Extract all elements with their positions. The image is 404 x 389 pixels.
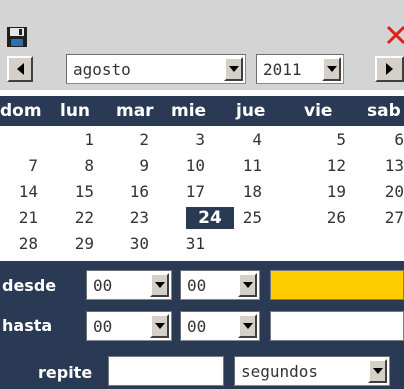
month-select[interactable]: agosto [66, 54, 246, 84]
calendar-day[interactable]: 6 [366, 129, 404, 151]
hasta-label: hasta [2, 315, 53, 335]
year-select[interactable]: 2011 [256, 54, 344, 84]
chevron-down-icon[interactable] [224, 57, 243, 81]
calendar-day[interactable]: 18 [224, 181, 262, 203]
calendar-day[interactable]: 14 [0, 181, 38, 203]
hasta-minute-value: 00 [187, 316, 207, 336]
day-grid: 1 2 3 4 5 6 7 8 9 10 11 12 13 14 15 16 17 18 19 20 21 22 23 24 2… [0, 126, 404, 258]
weekday-header: dom lun mar mie jue vie sab [0, 96, 404, 126]
desde-hour-select[interactable]: 00 [86, 270, 172, 300]
toolbar [0, 0, 404, 48]
desde-input[interactable] [270, 270, 404, 300]
desde-label: desde [2, 275, 57, 295]
calendar-day[interactable]: 28 [0, 233, 38, 255]
month-value: agosto [73, 59, 131, 79]
month-year-nav: agosto 2011 [0, 48, 404, 90]
calendar-day[interactable]: 29 [56, 233, 94, 255]
calendar-day[interactable]: 5 [308, 129, 346, 151]
desde-minute-value: 00 [187, 275, 207, 295]
weekday-label: sab [367, 101, 401, 121]
calendar-day[interactable]: 4 [224, 129, 262, 151]
calendar-day[interactable]: 26 [308, 207, 346, 229]
prev-month-button[interactable] [7, 56, 33, 82]
weekday-label: dom [0, 101, 42, 121]
chevron-down-icon[interactable] [368, 359, 387, 383]
calendar-day[interactable]: 30 [111, 233, 149, 255]
floppy-disk-icon[interactable] [7, 27, 27, 47]
chevron-down-icon[interactable] [150, 273, 169, 297]
calendar-day[interactable]: 27 [366, 207, 404, 229]
repite-unit-value: segundos [241, 361, 319, 381]
calendar-day[interactable]: 1 [56, 129, 94, 151]
chevron-down-icon[interactable] [322, 57, 341, 81]
calendar-day[interactable]: 16 [111, 181, 149, 203]
chevron-down-icon[interactable] [238, 314, 257, 338]
year-value: 2011 [263, 59, 302, 79]
right-arrow-icon [386, 63, 393, 75]
weekday-label: lun [60, 101, 91, 121]
calendar-day[interactable]: 23 [111, 207, 149, 229]
next-month-button[interactable] [375, 56, 404, 82]
calendar-day[interactable]: 31 [167, 233, 205, 255]
weekday-label: jue [236, 101, 266, 121]
calendar-day[interactable]: 8 [56, 155, 94, 177]
chevron-down-icon[interactable] [238, 273, 257, 297]
hasta-hour-select[interactable]: 00 [86, 311, 172, 341]
calendar-day[interactable]: 7 [0, 155, 38, 177]
calendar-day[interactable]: 15 [56, 181, 94, 203]
calendar-day[interactable]: 21 [0, 207, 38, 229]
repite-unit-select[interactable]: segundos [234, 356, 390, 386]
calendar-day[interactable]: 17 [167, 181, 205, 203]
hasta-input[interactable] [270, 311, 404, 341]
calendar-day[interactable]: 20 [366, 181, 404, 203]
close-x-icon[interactable] [384, 22, 404, 46]
calendar-day[interactable]: 11 [224, 155, 262, 177]
calendar-day[interactable]: 3 [167, 129, 205, 151]
calendar-day[interactable]: 9 [111, 155, 149, 177]
repite-input[interactable] [108, 356, 224, 386]
hasta-hour-value: 00 [93, 316, 113, 336]
calendar-day[interactable]: 19 [308, 181, 346, 203]
desde-minute-select[interactable]: 00 [180, 270, 260, 300]
chevron-down-icon[interactable] [150, 314, 169, 338]
calendar-day[interactable]: 12 [308, 155, 346, 177]
calendar-day[interactable]: 25 [224, 207, 262, 229]
hasta-minute-select[interactable]: 00 [180, 311, 260, 341]
calendar-day[interactable]: 2 [111, 129, 149, 151]
repite-label: repite [38, 362, 93, 382]
time-panel: desde 00 00 hasta 00 00 repite segundos [0, 261, 404, 389]
weekday-label: mie [171, 101, 207, 121]
left-arrow-icon [16, 63, 24, 75]
calendar-day[interactable]: 13 [366, 155, 404, 177]
weekday-label: vie [304, 101, 333, 121]
weekday-label: mar [116, 101, 154, 121]
desde-hour-value: 00 [93, 275, 113, 295]
calendar-day[interactable]: 22 [56, 207, 94, 229]
calendar-day[interactable]: 10 [167, 155, 205, 177]
